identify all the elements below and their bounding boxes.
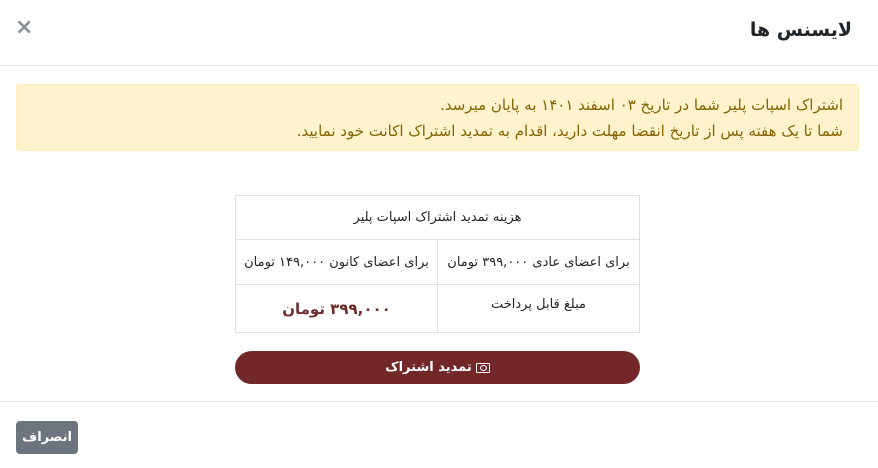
- modal-header: لایسنس ها ×: [0, 0, 878, 66]
- modal-footer: انصراف: [0, 401, 878, 468]
- payable-amount-cell: ۳۹۹,۰۰۰ تومان: [235, 284, 438, 333]
- pricing-header: هزینه تمدید اشتراک اسپات پلیر: [235, 195, 640, 240]
- modal-title: لایسنس ها: [749, 19, 852, 41]
- renew-subscription-button[interactable]: تمدید اشتراک: [235, 351, 640, 384]
- license-modal: لایسنس ها × اشتراک اسپات پلیر شما در تار…: [0, 0, 878, 468]
- payable-label-cell: مبلغ قابل پرداخت: [437, 284, 640, 333]
- alert-line-expiry: اشتراک اسپات پلیر شما در تاریخ ۰۳ اسفند …: [440, 96, 843, 114]
- cancel-button[interactable]: انصراف: [16, 421, 78, 454]
- renew-button-label: تمدید اشتراک: [385, 360, 472, 375]
- table-row: مبلغ قابل پرداخت ۳۹۹,۰۰۰ تومان: [235, 284, 640, 333]
- table-row: برای اعضای عادی ۳۹۹,۰۰۰ تومان برای اعضای…: [235, 239, 640, 285]
- payable-amount: ۳۹۹,۰۰۰ تومان: [282, 299, 391, 318]
- table-row: هزینه تمدید اشتراک اسپات پلیر: [235, 195, 640, 240]
- close-icon[interactable]: ×: [15, 17, 33, 39]
- expiry-alert: اشتراک اسپات پلیر شما در تاریخ ۰۳ اسفند …: [16, 84, 859, 151]
- ticket-icon: [475, 362, 490, 373]
- alert-line-grace: شما تا یک هفته پس از تاریخ انقضا مهلت دا…: [296, 122, 843, 140]
- pricing-table: هزینه تمدید اشتراک اسپات پلیر برای اعضای…: [235, 195, 640, 333]
- payable-label: مبلغ قابل پرداخت: [490, 297, 586, 312]
- regular-members-price: برای اعضای عادی ۳۹۹,۰۰۰ تومان: [437, 239, 640, 285]
- kanoon-members-price: برای اعضای کانون ۱۴۹,۰۰۰ تومان: [235, 239, 438, 285]
